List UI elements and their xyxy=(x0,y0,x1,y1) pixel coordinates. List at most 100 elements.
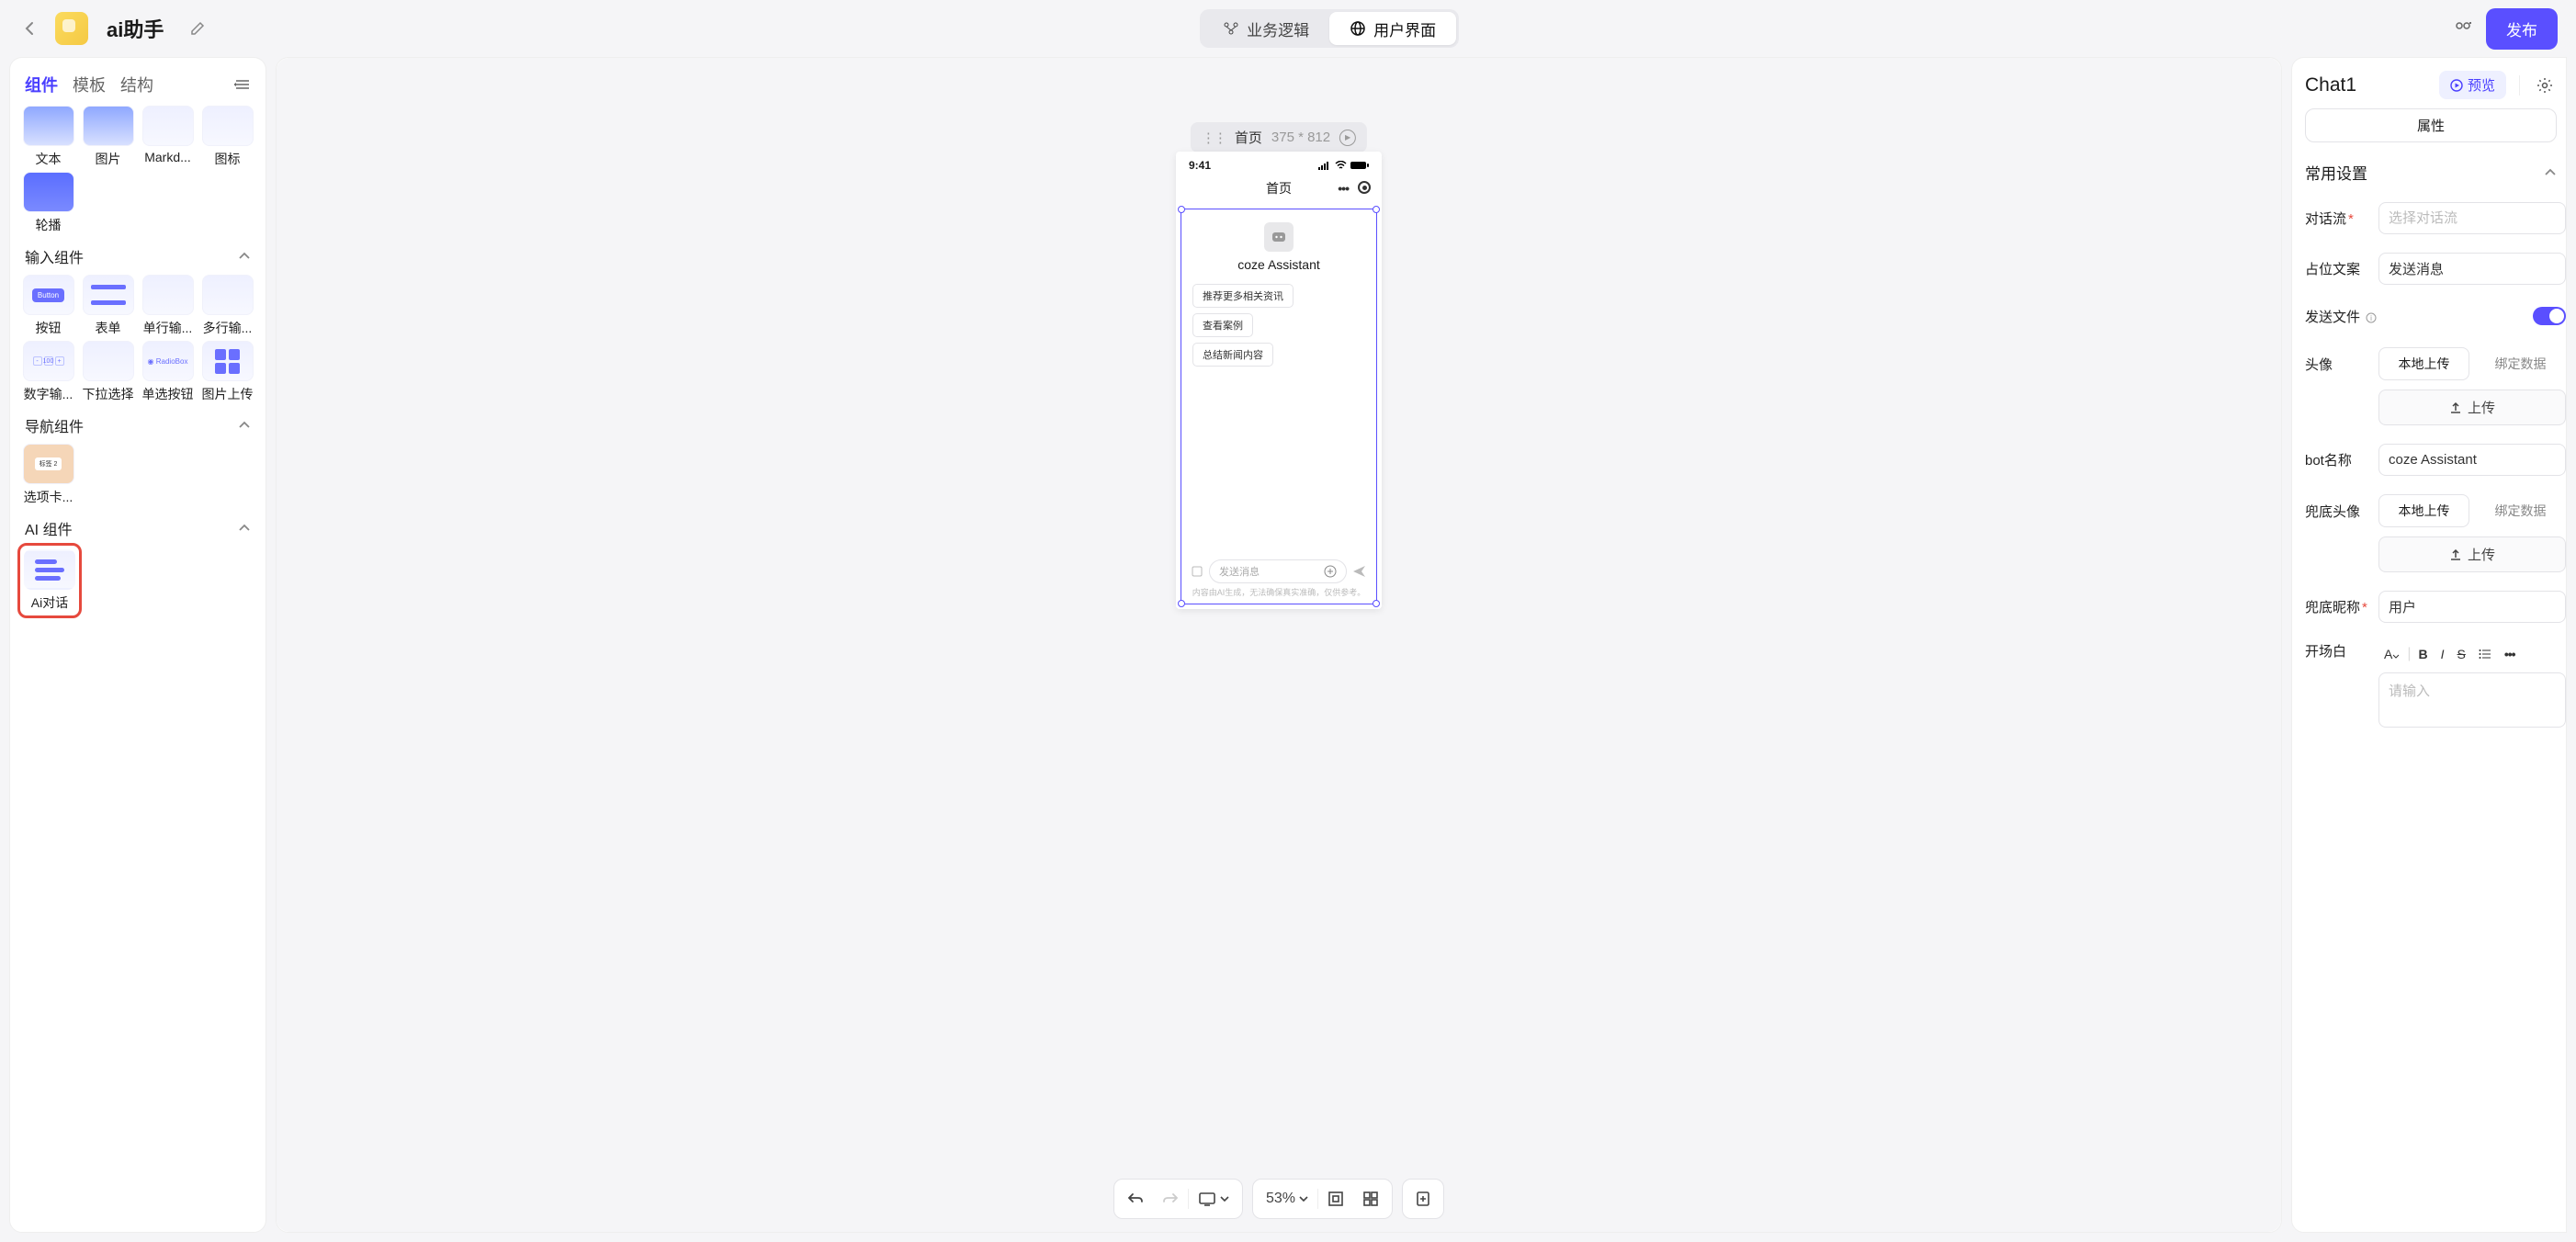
play-icon[interactable]: ▶ xyxy=(1339,130,1356,146)
page-name: 首页 xyxy=(1235,128,1262,147)
component-ai-chat[interactable]: Ai对话 xyxy=(17,543,82,618)
suggestion-chip[interactable]: 查看案例 xyxy=(1192,313,1253,337)
component-icon[interactable]: 图标 xyxy=(200,106,254,168)
fallback-nick-input[interactable] xyxy=(2378,591,2566,623)
canvas[interactable]: ⋮⋮ 首页 375 * 812 ▶ 9:41 xyxy=(276,57,2282,1233)
battery-icon xyxy=(1350,161,1369,170)
chat-input-bar: 发送消息 xyxy=(1191,559,1367,583)
component-radio[interactable]: ◉ RadioBox单选按钮 xyxy=(141,341,195,403)
bold-button[interactable]: B xyxy=(2413,643,2434,665)
label-send-file: 发送文件 i xyxy=(2305,307,2377,326)
chevron-up-icon xyxy=(238,252,251,261)
component-carousel[interactable]: 轮播 xyxy=(21,172,75,234)
bot-name-input[interactable] xyxy=(2378,444,2566,476)
left-tab-components[interactable]: 组件 xyxy=(25,73,58,96)
zoom-select[interactable]: 53% xyxy=(1257,1180,1317,1218)
label-avatar: 头像 xyxy=(2305,355,2369,374)
redo-button[interactable] xyxy=(1153,1180,1188,1218)
avatar-tab-bind[interactable]: 绑定数据 xyxy=(2475,347,2566,380)
grip-icon[interactable]: ⋮⋮ xyxy=(1202,130,1226,146)
rich-text-toolbar: A | B I S ••• xyxy=(2378,641,2566,667)
placeholder-input[interactable] xyxy=(2378,253,2566,285)
target-icon[interactable] xyxy=(1358,181,1371,194)
selection-handle[interactable] xyxy=(1178,206,1185,213)
suggestion-chip[interactable]: 推荐更多相关资讯 xyxy=(1192,284,1294,308)
chat-component-selected[interactable]: coze Assistant 推荐更多相关资讯 查看案例 总结新闻内容 发送消息 xyxy=(1181,209,1377,604)
preview-button[interactable]: 预览 xyxy=(2439,71,2506,99)
grid-button[interactable] xyxy=(1353,1180,1388,1218)
left-panel: 组件 模板 结构 文本 图片 Markd... 图标 轮播 输入组件 Butto… xyxy=(9,57,266,1233)
opening-textarea[interactable]: 请输入 xyxy=(2378,672,2566,728)
strike-button[interactable]: S xyxy=(2452,643,2471,665)
format-button[interactable]: A xyxy=(2378,643,2405,665)
avatar-upload-button[interactable]: 上传 xyxy=(2378,390,2566,425)
fallback-avatar-upload-button[interactable]: 上传 xyxy=(2378,536,2566,572)
phone-nav-title: 首页 xyxy=(1266,179,1292,198)
chat-input[interactable]: 发送消息 xyxy=(1209,559,1347,583)
chevron-down-icon xyxy=(1220,1196,1229,1202)
component-multi-input[interactable]: 多行输... xyxy=(200,275,254,337)
tab-ui-label: 用户界面 xyxy=(1373,17,1436,40)
italic-button[interactable]: I xyxy=(2435,643,2450,665)
collapse-panel-icon[interactable] xyxy=(234,78,251,91)
suggestion-chip[interactable]: 总结新闻内容 xyxy=(1192,343,1273,367)
fallback-avatar-tab-bind[interactable]: 绑定数据 xyxy=(2475,494,2566,527)
edit-icon[interactable] xyxy=(189,20,206,37)
label-opening: 开场白 xyxy=(2305,641,2369,661)
section-common-settings[interactable]: 常用设置 xyxy=(2305,152,2566,193)
properties-tab[interactable]: 属性 xyxy=(2305,108,2557,142)
left-tab-templates[interactable]: 模板 xyxy=(73,73,106,96)
component-single-input[interactable]: 单行输... xyxy=(141,275,195,337)
component-form[interactable]: 表单 xyxy=(81,275,135,337)
left-tab-structure[interactable]: 结构 xyxy=(120,73,153,96)
settings-icon[interactable] xyxy=(2533,73,2557,97)
more-format-button[interactable]: ••• xyxy=(2499,643,2521,665)
component-image-upload[interactable]: 图片上传 xyxy=(200,341,254,403)
chevron-up-icon xyxy=(238,524,251,533)
component-dropdown[interactable]: 下拉选择 xyxy=(81,341,135,403)
more-icon[interactable]: ••• xyxy=(1338,181,1349,196)
component-tabs[interactable]: 标签 2选项卡... xyxy=(21,444,75,506)
component-button[interactable]: Button按钮 xyxy=(21,275,75,337)
app-icon xyxy=(55,12,88,45)
section-nav-components[interactable]: 导航组件 xyxy=(21,403,254,444)
collaborators-icon[interactable] xyxy=(2453,18,2473,39)
page-dimensions: 375 * 812 xyxy=(1271,130,1330,145)
list-button[interactable] xyxy=(2473,645,2497,663)
page-header[interactable]: ⋮⋮ 首页 375 * 812 ▶ xyxy=(1191,122,1367,152)
selection-handle[interactable] xyxy=(1373,206,1380,213)
back-button[interactable] xyxy=(18,17,40,40)
avatar-tab-local[interactable]: 本地上传 xyxy=(2378,347,2469,380)
mode-segmented: 业务逻辑 用户界面 xyxy=(1200,9,1459,48)
undo-button[interactable] xyxy=(1118,1180,1153,1218)
section-input-components[interactable]: 输入组件 xyxy=(21,234,254,275)
selection-handle[interactable] xyxy=(1178,600,1185,607)
phone-time: 9:41 xyxy=(1189,159,1211,172)
label-placeholder: 占位文案 xyxy=(2305,259,2369,278)
selected-component-title: Chat1 xyxy=(2305,74,2430,96)
component-text[interactable]: 文本 xyxy=(21,106,75,168)
wifi-icon xyxy=(1335,161,1347,170)
attachment-icon[interactable] xyxy=(1191,565,1203,578)
info-icon[interactable]: i xyxy=(2366,312,2377,323)
plus-circle-icon[interactable] xyxy=(1324,565,1337,578)
chatflow-select[interactable] xyxy=(2378,202,2566,234)
add-page-button[interactable] xyxy=(1407,1180,1440,1218)
selection-handle[interactable] xyxy=(1373,600,1380,607)
component-markdown[interactable]: Markd... xyxy=(141,106,195,168)
publish-button[interactable]: 发布 xyxy=(2486,8,2558,50)
send-icon[interactable] xyxy=(1352,565,1367,578)
chevron-down-icon xyxy=(1299,1196,1308,1202)
fallback-avatar-tab-local[interactable]: 本地上传 xyxy=(2378,494,2469,527)
component-number[interactable]: -100+数字输... xyxy=(21,341,75,403)
tab-ui[interactable]: 用户界面 xyxy=(1329,12,1456,45)
send-file-toggle[interactable] xyxy=(2533,307,2566,325)
section-ai-components[interactable]: AI 组件 xyxy=(21,506,254,547)
tab-logic[interactable]: 业务逻辑 xyxy=(1203,12,1329,45)
upload-icon xyxy=(2449,401,2462,414)
label-fallback-nick: 兜底昵称* xyxy=(2305,597,2369,616)
fit-screen-button[interactable] xyxy=(1318,1180,1353,1218)
device-select[interactable] xyxy=(1189,1180,1238,1218)
topbar: ai助手 业务逻辑 用户界面 发布 xyxy=(0,0,2576,57)
component-image[interactable]: 图片 xyxy=(81,106,135,168)
